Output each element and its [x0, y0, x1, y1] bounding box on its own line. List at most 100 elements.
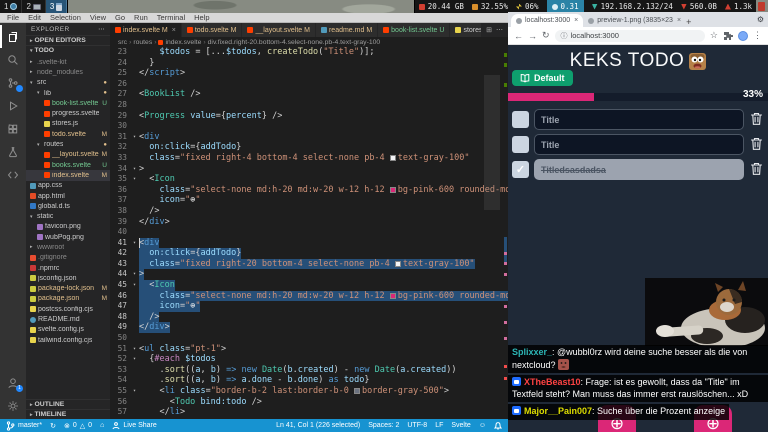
close-icon[interactable]: ×	[574, 17, 578, 24]
eol[interactable]: LF	[435, 422, 443, 429]
tree-file[interactable]: jsconfig.json	[26, 273, 110, 283]
source-control-icon[interactable]	[0, 71, 26, 94]
tree-file[interactable]: app.html	[26, 191, 110, 201]
tree-file[interactable]: package-lock.json M	[26, 284, 110, 294]
todo-title-input[interactable]: Title	[534, 134, 744, 155]
tree-file[interactable]: tailwind.config.cjs	[26, 335, 110, 345]
browser-tab[interactable]: localhost:3000 ×	[511, 14, 584, 27]
tree-folder[interactable]: ▾ lib ●	[26, 88, 110, 98]
todo-checkbox[interactable]	[512, 136, 529, 153]
todo-title-input[interactable]: Titledsasdadsa	[534, 159, 744, 180]
profile-avatar[interactable]	[738, 30, 748, 41]
tree-file[interactable]: global.d.ts	[26, 201, 110, 211]
menu-terminal[interactable]: Terminal	[157, 13, 185, 22]
breadcrumb[interactable]: src › routes › index.svelte › div.fixed.right-…	[110, 37, 508, 47]
tree-file[interactable]: progress.svelte	[26, 108, 110, 118]
run-debug-icon[interactable]	[0, 94, 26, 117]
scrollbar[interactable]	[484, 75, 500, 210]
editor-tab[interactable]: book-list.svelte U	[378, 23, 451, 37]
todo-checkbox[interactable]: ✓	[512, 161, 529, 178]
tree-file[interactable]: stores.js	[26, 119, 110, 129]
forward-icon[interactable]: →	[528, 31, 537, 41]
tree-file[interactable]: favicon.png	[26, 222, 110, 232]
settings-gear-icon[interactable]	[0, 394, 26, 417]
tree-file[interactable]: package.json M	[26, 294, 110, 304]
new-tab-icon[interactable]: +	[683, 17, 694, 27]
workspace-button-1[interactable]: 1	[0, 0, 23, 13]
breadcrumb-item[interactable]: src	[118, 39, 127, 46]
editor-tab[interactable]: readme.md M	[315, 23, 379, 37]
tray-icon[interactable]	[758, 2, 765, 11]
todo-title-input[interactable]: Title	[534, 109, 744, 130]
code-editor[interactable]: 23 $todos = [...$todos, createTodo("Titl…	[110, 47, 508, 419]
delete-todo-button[interactable]	[749, 162, 764, 178]
indentation[interactable]: Spaces: 2	[368, 422, 399, 429]
explorer-more-icon[interactable]: ⋯	[98, 25, 105, 33]
menu-selection[interactable]: Selection	[50, 13, 81, 22]
workspace-button-3[interactable]: 3	[45, 0, 68, 13]
tree-folder[interactable]: ▸ .svelte-kit	[26, 57, 110, 67]
explorer-icon[interactable]	[0, 25, 26, 48]
tabstrip-gear-icon[interactable]: ⚙	[757, 15, 764, 24]
close-icon[interactable]: ×	[677, 17, 681, 24]
bookmark-star-icon[interactable]: ☆	[710, 30, 718, 41]
browser-menu-icon[interactable]: ⋮	[753, 30, 762, 41]
open-editors-section[interactable]: ▸ OPEN EDITORS	[26, 35, 110, 45]
tree-file[interactable]: index.svelte M	[26, 170, 110, 181]
cursor-position[interactable]: Ln 41, Col 1 (226 selected)	[276, 422, 360, 429]
tree-file[interactable]: .gitignore	[26, 253, 110, 263]
delete-todo-button[interactable]	[749, 112, 764, 128]
tree-folder[interactable]: ▾ routes ●	[26, 139, 110, 149]
tree-file[interactable]: postcss.config.cjs	[26, 304, 110, 314]
menu-run[interactable]: Run	[134, 13, 148, 22]
address-bar[interactable]: ⓘ localhost:3000	[554, 29, 705, 42]
reload-icon[interactable]: ↻	[542, 30, 550, 41]
encoding[interactable]: UTF-8	[407, 422, 427, 429]
bell-icon[interactable]	[494, 421, 502, 430]
testing-icon[interactable]	[0, 140, 26, 163]
menu-help[interactable]: Help	[194, 13, 209, 22]
outline-section[interactable]: ▸ OUTLINE	[26, 399, 110, 409]
menu-go[interactable]: Go	[115, 13, 125, 22]
tree-folder[interactable]: ▸ node_modules	[26, 67, 110, 77]
account-icon[interactable]: 1	[0, 371, 26, 394]
sync-indicator[interactable]: ↻	[50, 422, 56, 430]
breadcrumb-item[interactable]: div.fixed.right-20.bottom-4.select-none.…	[208, 39, 381, 46]
tree-file[interactable]: book-list.svelte U	[26, 98, 110, 108]
more-actions-icon[interactable]: ⋯	[496, 26, 503, 34]
tree-folder[interactable]: ▸ wwwroot	[26, 242, 110, 252]
browser-tab[interactable]: preview-1.png (3835×23 ×	[583, 14, 683, 27]
tree-folder[interactable]: ▾ src ●	[26, 78, 110, 88]
menu-edit[interactable]: Edit	[28, 13, 41, 22]
tree-folder[interactable]: ▾ static	[26, 211, 110, 221]
tree-file[interactable]: .npmrc	[26, 263, 110, 273]
close-icon[interactable]: ×	[172, 27, 176, 34]
timeline-section[interactable]: ▸ TIMELINE	[26, 409, 110, 419]
breadcrumb-item[interactable]: index.svelte	[165, 39, 201, 46]
site-info-icon[interactable]: ⓘ	[561, 31, 568, 41]
remote-explorer-icon[interactable]	[0, 163, 26, 186]
back-icon[interactable]: ←	[514, 31, 523, 41]
split-editor-icon[interactable]: ⊞	[486, 26, 492, 34]
tree-file[interactable]: books.svelte U	[26, 160, 110, 170]
list-select-button[interactable]: Default	[512, 70, 573, 86]
git-branch-indicator[interactable]: master*	[6, 420, 42, 431]
language-mode[interactable]: Svelte	[451, 422, 470, 429]
delete-todo-button[interactable]	[749, 137, 764, 153]
live-share-button[interactable]: Live Share	[112, 421, 157, 430]
extensions-icon[interactable]	[0, 117, 26, 140]
editor-tab[interactable]: __layout.svelte M	[242, 23, 316, 37]
tree-file[interactable]: README.md	[26, 314, 110, 324]
editor-tab[interactable]: index.svelte M ×	[110, 23, 182, 37]
breadcrumb-item[interactable]: routes	[133, 39, 152, 46]
tree-file[interactable]: app.css	[26, 181, 110, 191]
problems-indicator[interactable]: ⊗ 0 △ 0	[64, 422, 92, 430]
editor-tab[interactable]: todo.svelte M	[181, 23, 243, 37]
menu-view[interactable]: View	[90, 13, 106, 22]
extensions-puzzle-icon[interactable]	[723, 31, 733, 41]
search-icon[interactable]	[0, 48, 26, 71]
tree-file[interactable]: __layout.svelte M	[26, 150, 110, 160]
tree-file[interactable]: svelte.config.js	[26, 325, 110, 335]
todo-checkbox[interactable]	[512, 111, 529, 128]
feedback-icon[interactable]: ☺	[479, 422, 486, 429]
